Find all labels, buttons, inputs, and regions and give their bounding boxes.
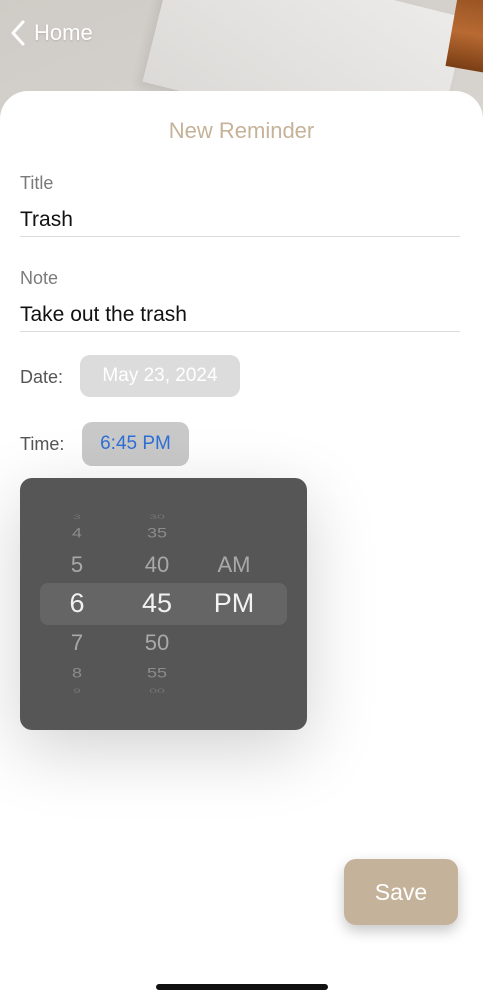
time-picker-button[interactable]: 6:45 PM xyxy=(82,422,189,466)
picker-period-item[interactable]: AM xyxy=(204,554,264,576)
picker-minute-item[interactable]: 40 xyxy=(127,554,187,576)
picker-minute-item[interactable]: 55 xyxy=(127,666,187,680)
title-field[interactable]: Trash xyxy=(20,208,460,237)
save-button[interactable]: Save xyxy=(344,859,458,925)
back-button[interactable]: Home xyxy=(10,16,93,50)
time-wheel-picker[interactable]: 3 4 5 6 7 8 9 30 35 40 45 50 55 00 AM PM xyxy=(20,478,307,730)
picker-hour-item[interactable]: 8 xyxy=(52,666,102,680)
title-label: Title xyxy=(20,173,54,193)
picker-minute-item[interactable]: 30 xyxy=(127,514,187,520)
back-button-label: Home xyxy=(34,20,93,45)
note-label: Note xyxy=(20,268,59,288)
picker-hour-selected[interactable]: 6 xyxy=(52,590,102,617)
picker-hour-item[interactable]: 3 xyxy=(52,514,102,520)
note-field[interactable]: Take out the trash xyxy=(20,303,460,332)
page-title: New Reminder xyxy=(168,118,315,143)
picker-minute-item[interactable]: 35 xyxy=(127,526,187,540)
date-picker-button[interactable]: May 23, 2024 xyxy=(80,355,240,397)
picker-minute-item[interactable]: 50 xyxy=(127,632,187,654)
picker-hour-item[interactable]: 9 xyxy=(52,688,102,694)
chevron-left-icon xyxy=(10,20,26,46)
picker-minute-item[interactable]: 00 xyxy=(127,688,187,694)
date-label: Date: xyxy=(20,367,64,387)
picker-period-selected[interactable]: PM xyxy=(204,590,264,617)
picker-hour-item[interactable]: 5 xyxy=(52,554,102,576)
picker-minute-selected[interactable]: 45 xyxy=(127,590,187,617)
time-label: Time: xyxy=(20,434,65,454)
picker-hour-item[interactable]: 4 xyxy=(52,526,102,540)
home-indicator xyxy=(156,984,328,990)
picker-hour-item[interactable]: 7 xyxy=(52,632,102,654)
